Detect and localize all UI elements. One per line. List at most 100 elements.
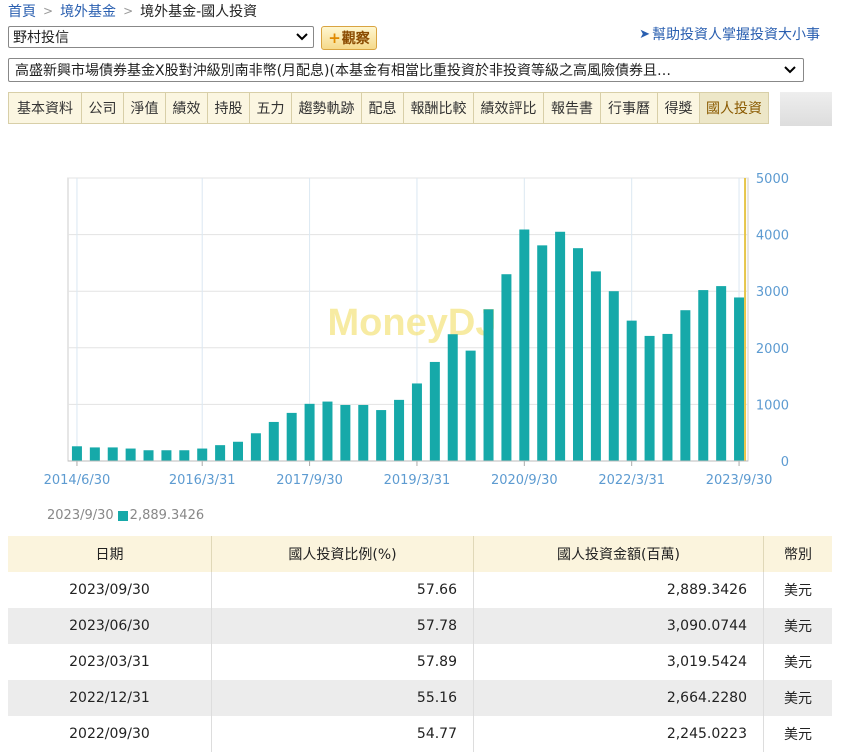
x-tick-label: 2014/6/30 [44, 473, 111, 488]
chart-bar [680, 310, 691, 461]
table-row: 2023/03/31 57.89 3,019.5424 美元 [8, 644, 832, 680]
chart-bar [394, 399, 405, 461]
x-tick-label: 2020/9/30 [491, 473, 558, 488]
cell-amount: 3,090.0744 [473, 608, 764, 644]
cell-pct: 54.77 [211, 716, 474, 752]
header-date: 日期 [8, 536, 212, 572]
tab-bar-filler [780, 92, 832, 126]
chart-bar [268, 421, 279, 461]
y-tick-label: 4000 [756, 229, 789, 244]
header-amount: 國人投資金額(百萬) [473, 536, 764, 572]
company-select[interactable]: 野村投信 [8, 26, 314, 48]
chart-bar [340, 404, 351, 461]
chart-bar [411, 383, 422, 461]
cell-amount: 2,664.2280 [473, 680, 764, 716]
chart-bar [89, 447, 100, 461]
chart-legend: 2023/9/30 2,889.3426 [47, 508, 204, 523]
cell-currency: 美元 [784, 655, 812, 671]
header-currency: 幣別 [763, 536, 832, 572]
plus-icon: + [328, 29, 341, 47]
watch-button-label: 觀察 [341, 31, 370, 47]
tab-10[interactable]: 報告書 [543, 92, 600, 124]
investment-table: 日期 國人投資比例(%) 國人投資金額(百萬) 幣別 2023/09/30 57.… [8, 536, 832, 752]
chart-bar [573, 248, 583, 461]
header-pct: 國人投資比例(%) [211, 536, 474, 572]
x-tick-label: 2023/9/30 [706, 473, 773, 488]
tab-2[interactable]: 淨值 [123, 92, 165, 124]
fund-select-value: 高盛新興市場債券基金X股對沖級別南非幣(月配息)(本基金有相當比重投資於非投資等… [15, 63, 671, 79]
tab-9[interactable]: 績效評比 [473, 92, 543, 124]
chart-bar [662, 333, 673, 461]
cell-date: 2023/06/30 [8, 608, 212, 644]
cell-amount: 2,889.3426 [473, 572, 764, 608]
company-select-value: 野村投信 [13, 30, 69, 46]
tab-8[interactable]: 報酬比較 [403, 92, 473, 124]
x-tick-label: 2022/3/31 [598, 473, 665, 488]
y-tick-label: 2000 [756, 342, 789, 357]
table-row: 2023/06/30 57.78 3,090.0744 美元 [8, 608, 832, 644]
chevron-down-icon [295, 33, 309, 41]
x-tick-label: 2016/3/31 [169, 473, 236, 488]
tab-4[interactable]: 持股 [207, 92, 249, 124]
cell-pct: 57.89 [211, 644, 474, 680]
cell-currency: 美元 [784, 727, 812, 743]
table-row: 2022/12/31 55.16 2,664.2280 美元 [8, 680, 832, 716]
breadcrumb-separator-icon: > [43, 4, 54, 18]
cell-date: 2023/03/31 [8, 644, 212, 680]
arrow-right-icon: ➤ [639, 26, 650, 42]
chart-bar [71, 446, 82, 461]
chart-bar [286, 412, 297, 461]
cell-pct: 55.16 [211, 680, 474, 716]
chart-bar [125, 448, 136, 461]
help-link-label: 幫助投資人掌握投資大小事 [652, 27, 820, 43]
chart-bar [107, 447, 118, 461]
chart-bar [537, 245, 548, 461]
legend-swatch [117, 510, 128, 521]
chart-bar [233, 441, 243, 461]
cell-amount: 3,019.5424 [473, 644, 764, 680]
cell-date: 2023/09/30 [8, 572, 212, 608]
x-tick-label: 2017/9/30 [276, 473, 343, 488]
tab-11[interactable]: 行事曆 [600, 92, 657, 124]
cell-currency: 美元 [763, 680, 832, 716]
legend-value: 2,889.3426 [129, 508, 205, 523]
fund-select[interactable]: 高盛新興市場債券基金X股對沖級別南非幣(月配息)(本基金有相當比重投資於非投資等… [8, 58, 804, 82]
chart-bar [519, 229, 530, 461]
watch-button[interactable]: + 觀察 [321, 26, 377, 50]
fund-tabs: 基本資料 公司 淨值 績效 持股 五力 趨勢軌跡 配息 報酬比較 績效評比 報告書 行事曆 得獎 國人投資 [8, 92, 769, 126]
table-row: 2023/09/30 57.66 2,889.3426 美元 [8, 572, 832, 608]
chart-bar [698, 290, 709, 461]
chart-bar [465, 350, 476, 461]
chart-bar [197, 448, 208, 461]
cell-currency: 美元 [763, 608, 832, 644]
chart-bar [483, 309, 494, 461]
tab-0[interactable]: 基本資料 [8, 92, 81, 124]
tab-3[interactable]: 績效 [165, 92, 207, 124]
breadcrumb-home-link[interactable]: 首頁 [8, 1, 36, 21]
chart-bar [250, 433, 261, 461]
chart-bar [143, 450, 154, 461]
chart-bar [447, 334, 458, 461]
chart-bar [161, 450, 172, 461]
chart-bar [716, 286, 727, 461]
chart-bar [429, 361, 440, 461]
investment-chart: 0 1000 2000 3000 4000 5000 2014/6/30 2016/3/31 2… [0, 165, 847, 530]
tab-5[interactable]: 五力 [249, 92, 291, 124]
chart-bar [608, 291, 619, 461]
table-header-row: 日期 國人投資比例(%) 國人投資金額(百萬) 幣別 [8, 536, 832, 572]
tab-12[interactable]: 得獎 [657, 92, 699, 124]
chart-watermark: MoneyDJ [328, 302, 497, 344]
tab-6[interactable]: 趨勢軌跡 [291, 92, 361, 124]
cell-date: 2022/09/30 [8, 716, 212, 752]
tab-1[interactable]: 公司 [81, 92, 123, 124]
chevron-down-icon [783, 66, 797, 74]
breadcrumb: 首頁 > 境外基金 > 境外基金-國人投資 [8, 0, 257, 22]
chart-bar [734, 297, 745, 461]
tab-13[interactable]: 國人投資 [699, 92, 769, 124]
chart-bar [358, 404, 369, 461]
tab-7[interactable]: 配息 [361, 92, 403, 124]
breadcrumb-separator-icon: > [123, 4, 134, 18]
y-tick-label: 1000 [756, 398, 789, 413]
breadcrumb-section-link[interactable]: 境外基金 [60, 1, 116, 21]
help-link[interactable]: ➤ 幫助投資人掌握投資大小事 [639, 24, 820, 44]
